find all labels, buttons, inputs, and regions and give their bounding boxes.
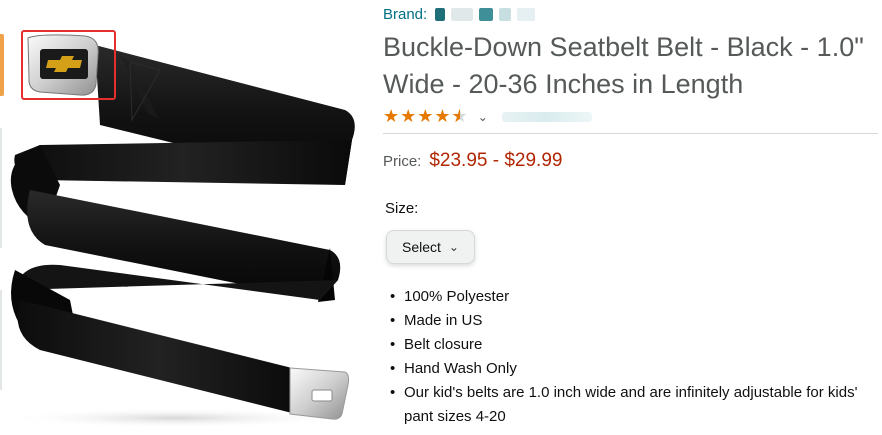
rating-row[interactable]: ★★★★★ ⌄ [383,106,592,127]
price-value: $23.95 - $29.99 [429,150,563,171]
size-select-dropdown[interactable]: Select ⌄ [386,230,475,264]
product-title: Buckle-Down Seatbelt Belt - Black - 1.0"… [383,32,864,99]
list-item: Our kid's belts are 1.0 inch wide and ar… [390,381,878,429]
half-star-icon: ★ [452,106,469,127]
size-label: Size: [385,200,419,217]
star-rating[interactable]: ★★★★★ [383,106,469,127]
buckle-highlight-box [21,30,116,100]
list-item: Belt closure [390,333,878,357]
feature-bullets: 100% Polyester Made in US Belt closure H… [390,285,878,429]
brand-name-redacted[interactable] [435,8,536,21]
list-item: 100% Polyester [390,285,878,309]
brand-label: Brand: [383,6,428,23]
product-image[interactable] [0,0,370,430]
product-details: Brand: Buckle-Down Seatbelt Belt - Black… [383,0,878,430]
chevron-down-icon[interactable]: ⌄ [478,110,488,124]
review-count-redacted[interactable] [501,111,592,122]
list-item: Hand Wash Only [390,357,878,381]
brand-row: Brand: [383,6,536,23]
price-label: Price: [383,153,422,170]
chevron-down-icon: ⌄ [448,240,459,254]
price-row: Price: $23.95 - $29.99 [383,150,562,172]
list-item: Made in US [390,309,878,333]
size-select-value: Select [402,239,441,255]
divider [383,133,878,134]
